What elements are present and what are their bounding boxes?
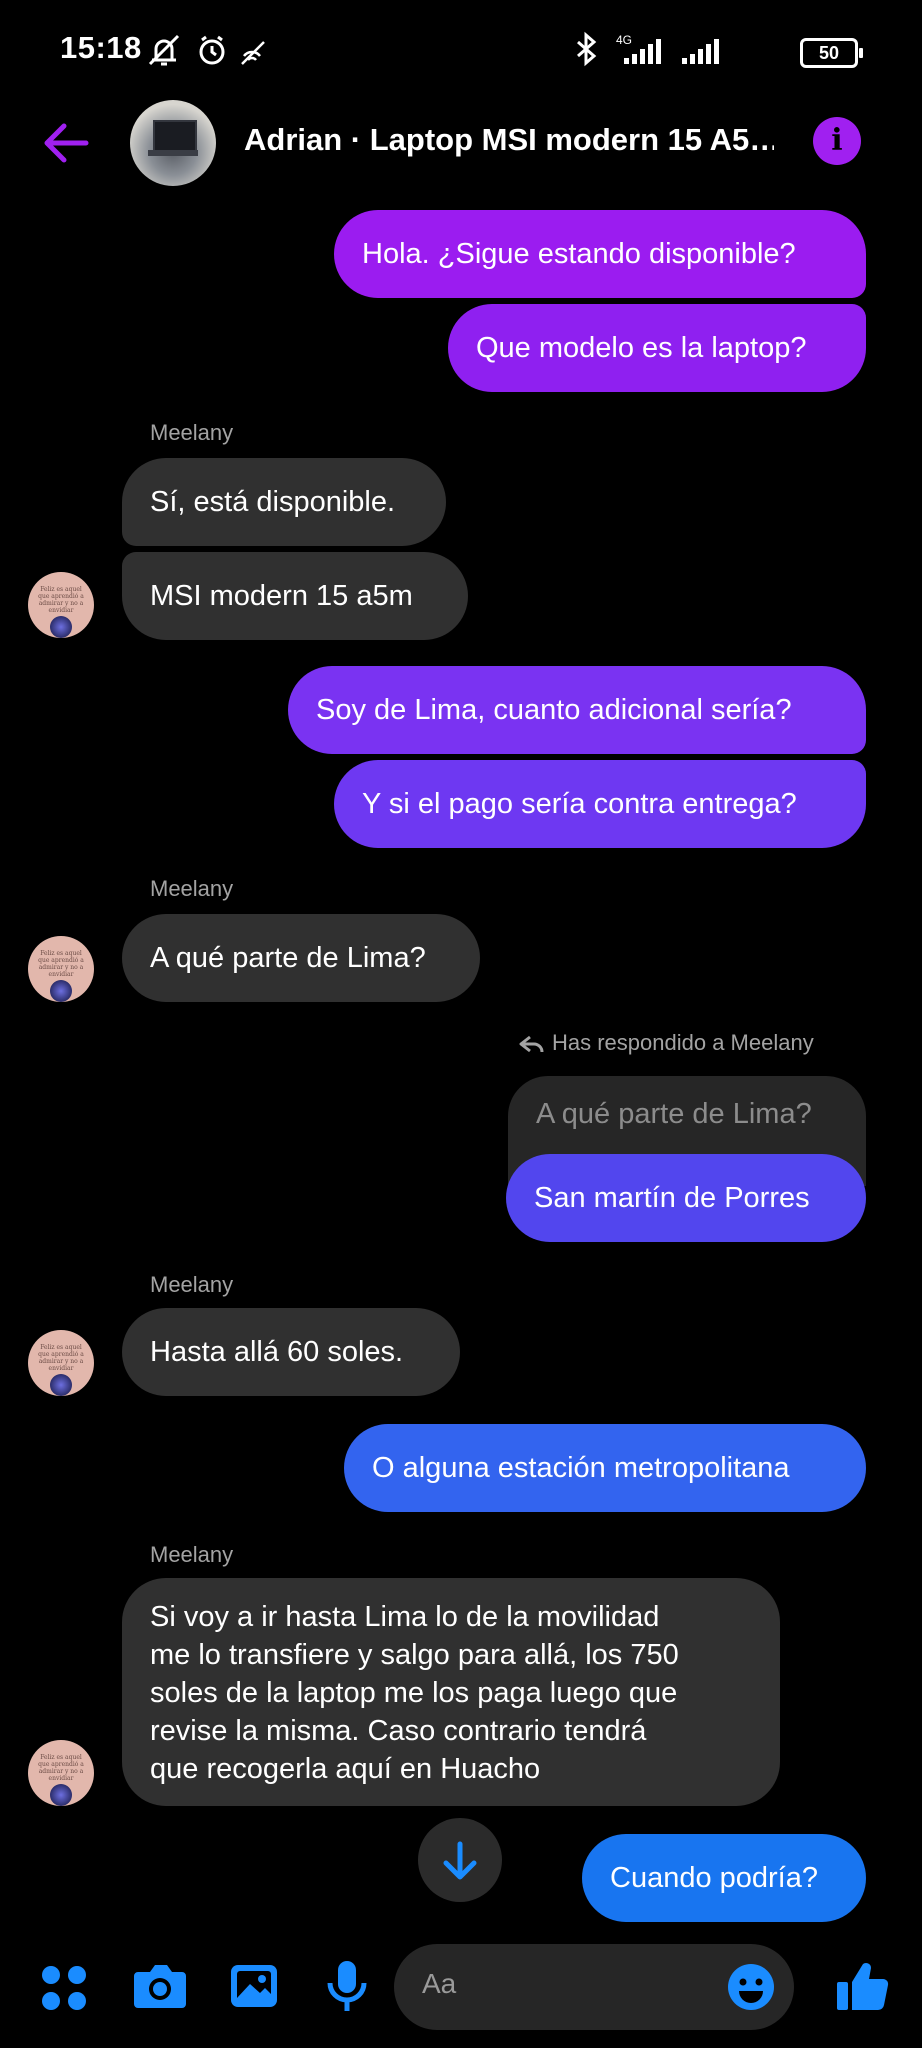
- like-thumbs-up-icon[interactable]: [834, 1958, 890, 2014]
- sender-name: Meelany: [150, 420, 234, 445]
- arrow-down-icon: [443, 1841, 477, 1880]
- svg-text:4G: 4G: [616, 33, 632, 47]
- status-notification-icons: [146, 34, 276, 73]
- message-sent[interactable]: O alguna estación metropolitana: [344, 1424, 866, 1512]
- sender-avatar[interactable]: Feliz es aquel que aprendió a admirar y …: [28, 1330, 94, 1396]
- message-received[interactable]: Si voy a ir hasta Lima lo de la movilida…: [122, 1578, 780, 1806]
- status-time: 15:18: [60, 30, 142, 65]
- bluetooth-icon: [577, 31, 597, 67]
- info-icon: i: [831, 123, 843, 158]
- apps-menu-icon[interactable]: [38, 1962, 90, 2014]
- sender-name: Meelany: [150, 1542, 234, 1567]
- message-sent[interactable]: Soy de Lima, cuanto adicional sería?: [288, 666, 866, 754]
- sender-name: Meelany: [150, 876, 234, 901]
- info-button[interactable]: i: [813, 117, 861, 165]
- message-sent[interactable]: Y si el pago sería contra entrega?: [334, 760, 866, 848]
- message-sent[interactable]: San martín de Porres: [506, 1154, 866, 1242]
- message-input[interactable]: Aa: [394, 1944, 794, 2030]
- message-received[interactable]: MSI modern 15 a5m: [122, 552, 468, 640]
- camera-icon[interactable]: [132, 1960, 188, 2012]
- message-received[interactable]: A qué parte de Lima?: [122, 914, 480, 1002]
- battery-icon: 50: [800, 38, 863, 68]
- message-sent[interactable]: Hola. ¿Sigue estando disponible?: [334, 210, 866, 298]
- signal-icon: [682, 39, 719, 64]
- message-sent[interactable]: Que modelo es la laptop?: [448, 304, 866, 392]
- status-bar: 15:18 4G 50: [0, 0, 922, 100]
- message-received[interactable]: Sí, está disponible.: [122, 458, 446, 546]
- microphone-icon[interactable]: [322, 1958, 372, 2014]
- message-sent[interactable]: Cuando podría?: [582, 1834, 866, 1922]
- chat-avatar[interactable]: [130, 100, 216, 186]
- scroll-to-bottom-button[interactable]: [418, 1818, 502, 1902]
- wifi-off-icon: [241, 41, 265, 65]
- alarm-icon: [199, 35, 225, 65]
- back-arrow-icon: [44, 123, 89, 163]
- emoji-icon[interactable]: [726, 1962, 776, 2012]
- sender-name: Meelany: [150, 1272, 234, 1297]
- message-received[interactable]: Hasta allá 60 soles.: [122, 1308, 460, 1396]
- sender-avatar[interactable]: Feliz es aquel que aprendió a admirar y …: [28, 1740, 94, 1806]
- reply-note: Has respondido a Meelany: [518, 1030, 814, 1056]
- signal-4g-icon: 4G: [616, 33, 661, 64]
- back-button[interactable]: [38, 118, 98, 168]
- message-input-placeholder: Aa: [422, 1968, 457, 1999]
- reply-icon: [519, 1036, 544, 1053]
- gallery-icon[interactable]: [228, 1960, 280, 2012]
- sender-avatar[interactable]: Feliz es aquel que aprendió a admirar y …: [28, 572, 94, 638]
- sender-avatar[interactable]: Feliz es aquel que aprendió a admirar y …: [28, 936, 94, 1002]
- chat-title[interactable]: Adrian · Laptop MSI modern 15 A5…: [244, 122, 774, 158]
- mute-bell-icon: [148, 34, 180, 66]
